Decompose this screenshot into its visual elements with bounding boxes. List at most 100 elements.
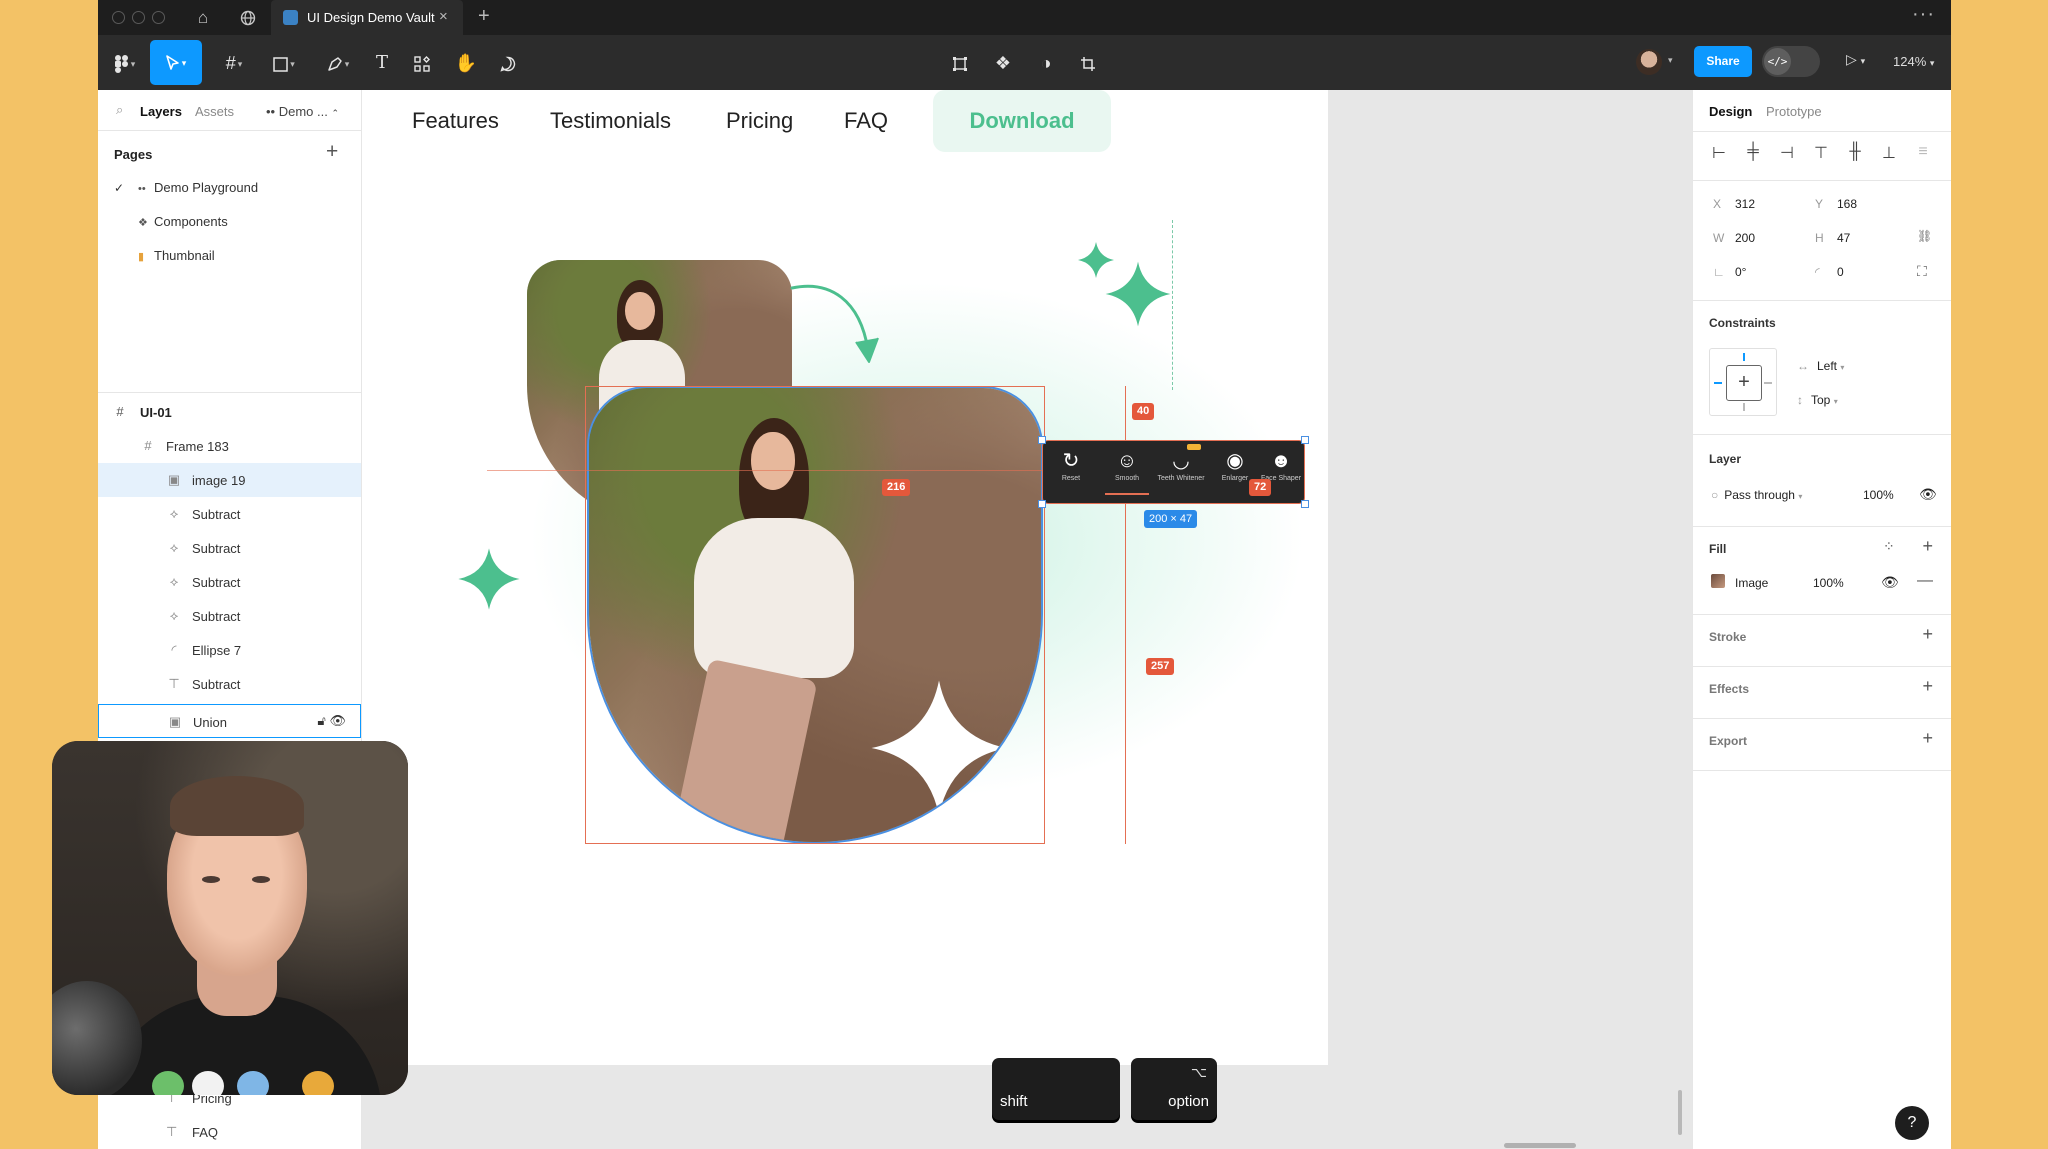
nav-pricing[interactable]: Pricing (726, 108, 793, 134)
eye-icon[interactable]: 👁︎ (1919, 486, 1937, 503)
hand-tool-icon[interactable]: ✋ (454, 47, 478, 79)
layer-row[interactable]: ⊤ FAQ (98, 1118, 361, 1148)
fill-type[interactable]: Image (1735, 576, 1768, 590)
help-button[interactable]: ? (1895, 1106, 1929, 1140)
artboard-ui-01[interactable]: Features Testimonials Pricing FAQ Downlo… (362, 90, 1328, 1065)
resources-tool-icon[interactable] (410, 47, 434, 79)
teeth-whitener-tool[interactable]: ◡ Teeth Whitener (1155, 447, 1207, 499)
beauty-tools-widget[interactable]: ↻ Reset ☺ Smooth ◡ Teeth Whitener ◉ Enla… (1042, 440, 1305, 504)
tab-design[interactable]: Design (1709, 104, 1752, 119)
window-zoom-dot[interactable] (152, 11, 165, 24)
user-avatar[interactable] (1636, 49, 1662, 75)
add-export-icon[interactable]: + (1922, 728, 1933, 749)
dev-mode-toggle[interactable]: </> (1762, 46, 1820, 77)
layer-row[interactable]: # Frame 183 (98, 429, 361, 463)
align-top-icon[interactable]: ⊤ (1811, 143, 1831, 163)
globe-icon[interactable] (236, 6, 260, 30)
layer-row[interactable]: ⟡ Subtract (98, 497, 361, 531)
nav-testimonials[interactable]: Testimonials (550, 108, 671, 134)
layer-row[interactable]: ⟡ Subtract (98, 565, 361, 599)
eye-icon[interactable]: 👁︎ (1881, 574, 1899, 591)
align-right-icon[interactable]: ⊣ (1777, 143, 1797, 163)
contrast-icon[interactable]: ◑ (1034, 47, 1058, 79)
smooth-tool[interactable]: ☺ Smooth (1101, 447, 1153, 499)
chevron-down-icon[interactable]: ▾ (1668, 55, 1673, 66)
distribute-icon[interactable]: ≡ (1913, 143, 1933, 161)
more-icon[interactable]: ··· (1912, 3, 1935, 26)
blend-mode-select[interactable]: ○ Pass through ▾ (1711, 488, 1802, 502)
window-close-dot[interactable] (112, 11, 125, 24)
layer-frame-ui-01[interactable]: # UI-01 (98, 395, 361, 429)
constraints-widget[interactable]: + (1709, 348, 1777, 416)
tab-prototype[interactable]: Prototype (1766, 104, 1822, 119)
image-fill-swatch[interactable] (1711, 574, 1725, 588)
tab-layers[interactable]: Layers (140, 104, 182, 119)
x-field[interactable]: X 312 (1713, 197, 1755, 211)
styles-icon[interactable]: ⁘ (1883, 538, 1895, 555)
constrain-proportions-icon[interactable]: ⛓︎ (1917, 229, 1932, 243)
unlock-icon[interactable]: 🔓︎ (317, 713, 325, 728)
add-stroke-icon[interactable]: + (1922, 624, 1933, 645)
align-left-icon[interactable]: ⊢ (1709, 143, 1729, 163)
tab-assets[interactable]: Assets (195, 104, 234, 119)
layer-row[interactable]: ◜ Ellipse 7 (98, 633, 361, 667)
resize-handle[interactable] (1038, 436, 1046, 444)
resize-handle[interactable] (1301, 436, 1309, 444)
add-page-icon[interactable]: + (326, 140, 338, 164)
nav-features[interactable]: Features (412, 108, 499, 134)
main-menu-icon[interactable]: ▾ (110, 47, 140, 79)
eye-icon[interactable]: 👁︎ (329, 713, 346, 728)
layer-row[interactable]: ▣ image 19 (98, 463, 361, 497)
rotation-field[interactable]: ∟ 0° (1713, 265, 1746, 279)
frame-tool-icon[interactable]: # ▾ (216, 47, 252, 79)
move-tool-icon[interactable]: ▾ (150, 40, 202, 85)
align-middle-v-icon[interactable]: ╫ (1845, 143, 1865, 161)
download-button[interactable]: Download (933, 90, 1111, 152)
crop-icon[interactable] (1076, 47, 1100, 79)
resize-handle[interactable] (1038, 500, 1046, 508)
window-minimize-dot[interactable] (132, 11, 145, 24)
pen-tool-icon[interactable]: ▾ (320, 47, 356, 79)
add-fill-icon[interactable]: + (1922, 536, 1933, 557)
transform-icon[interactable] (948, 47, 972, 79)
fill-opacity-field[interactable]: 100% (1813, 576, 1844, 590)
corner-radius-field[interactable]: ◜ 0 (1815, 265, 1844, 279)
layer-row-union[interactable]: ▣ Union 🔓︎ 👁︎ (98, 704, 361, 738)
resize-handle[interactable] (1301, 500, 1309, 508)
align-bottom-icon[interactable]: ⊥ (1879, 143, 1899, 163)
shape-tool-icon[interactable]: ▾ (266, 47, 302, 79)
new-tab-icon[interactable]: + (478, 5, 490, 28)
horizontal-constraint-select[interactable]: ↔ Left ▾ (1797, 359, 1844, 373)
zoom-level-dropdown[interactable]: 124% ▾ (1893, 54, 1934, 69)
present-play-icon[interactable]: ▷ ▾ (1846, 51, 1865, 68)
search-icon[interactable]: ⌕ (116, 102, 123, 118)
component-icon[interactable]: ❖ (991, 47, 1015, 79)
vertical-constraint-select[interactable]: ↕ Top ▾ (1797, 393, 1838, 407)
layer-row[interactable]: ⟡ Subtract (98, 531, 361, 565)
tab-ui-design-demo-vault[interactable]: UI Design Demo Vault × (271, 0, 463, 35)
design-canvas[interactable]: Features Testimonials Pricing FAQ Downlo… (362, 90, 1692, 1149)
layer-opacity-field[interactable]: 100% (1863, 488, 1894, 502)
comment-tool-icon[interactable] (496, 47, 520, 79)
layer-row[interactable]: ⟡ Subtract (98, 599, 361, 633)
nav-faq[interactable]: FAQ (844, 108, 888, 134)
share-button[interactable]: Share (1694, 46, 1752, 77)
align-center-h-icon[interactable]: ╪ (1743, 143, 1763, 161)
horizontal-scrollbar[interactable] (1504, 1143, 1576, 1148)
add-effect-icon[interactable]: + (1922, 676, 1933, 697)
page-item-demo-playground[interactable]: ✓ •• Demo Playground (114, 180, 344, 204)
vertical-scrollbar[interactable] (1678, 1090, 1682, 1135)
height-field[interactable]: H 47 (1815, 231, 1850, 245)
reset-tool[interactable]: ↻ Reset (1045, 447, 1097, 499)
home-icon[interactable]: ⌂ (191, 6, 215, 30)
page-item-thumbnail[interactable]: ▮ Thumbnail (114, 248, 344, 272)
layer-row[interactable]: ⊤ Subtract (98, 667, 361, 701)
page-item-components[interactable]: ❖ Components (114, 214, 344, 238)
y-field[interactable]: Y 168 (1815, 197, 1857, 211)
width-field[interactable]: W 200 (1713, 231, 1755, 245)
page-switcher[interactable]: •• Demo ... ⌃ (266, 104, 339, 119)
remove-fill-icon[interactable]: — (1917, 572, 1933, 590)
text-tool-icon[interactable]: T (370, 47, 394, 79)
close-icon[interactable]: × (439, 8, 448, 25)
independent-corners-icon[interactable]: ⛶ (1917, 263, 1927, 280)
